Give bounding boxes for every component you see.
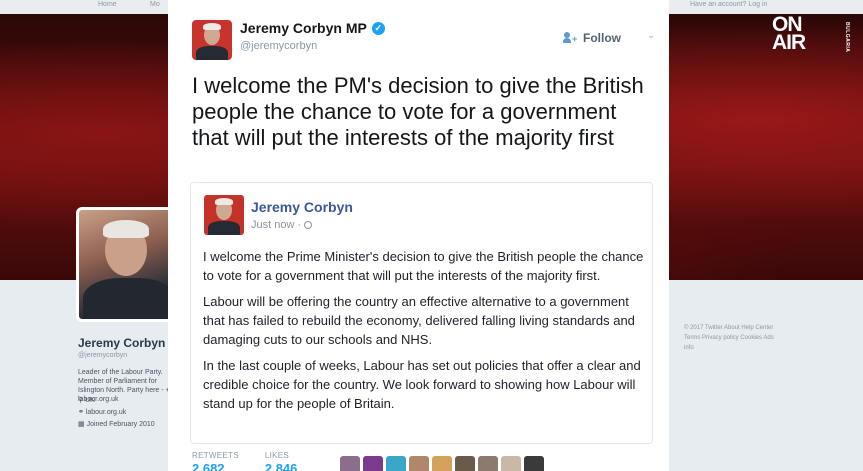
tweet-text: I welcome the PM's decision to give the … [192,73,644,150]
likes-stat[interactable]: LIKES 2,846 [265,451,298,471]
footer-links[interactable]: © 2017 Twitter About Help Center Terms P… [684,323,780,353]
quoted-author-avatar[interactable] [204,195,244,235]
calendar-icon: ▦ [78,421,87,428]
retweets-stat[interactable]: RETWEETS 2,682 [192,451,239,471]
liker-avatar[interactable] [386,456,406,471]
quoted-timestamp: Just now · [251,219,313,231]
chevron-down-icon[interactable]: ⌄ [647,30,655,41]
globe-icon [304,221,313,229]
home-nav-link[interactable]: Home [98,1,117,8]
liker-avatars [340,456,544,471]
moments-nav-link[interactable]: Mo [150,1,160,8]
follow-button[interactable]: + Follow [563,31,621,45]
liker-avatar[interactable] [455,456,475,471]
author-handle[interactable]: @jeremycorbyn [240,40,317,52]
quoted-paragraph: In the last couple of weeks, Labour has … [203,358,641,411]
quoted-paragraph: Labour will be offering the country an e… [203,294,635,347]
tweet-card: Jeremy Corbyn MP ✓ @jeremycorbyn + Follo… [168,0,669,471]
liker-avatar[interactable] [524,456,544,471]
quoted-post-body: I welcome the Prime Minister's decision … [203,247,649,420]
liker-avatar[interactable] [363,456,383,471]
quoted-author-name[interactable]: Jeremy Corbyn [251,199,353,215]
profile-location: ⚲ UK [78,397,95,404]
tweet-stats: RETWEETS 2,682 LIKES 2,846 [192,451,297,471]
profile-website[interactable]: ⚭ labour.org.uk [78,408,126,416]
quoted-post[interactable]: Jeremy Corbyn Just now · I welcome the Pr… [190,182,653,444]
profile-joined: ▦ Joined February 2010 [78,421,155,428]
liker-avatar[interactable] [340,456,360,471]
liker-avatar[interactable] [409,456,429,471]
login-link[interactable]: Have an account? Log in [690,1,767,8]
liker-avatar[interactable] [501,456,521,471]
profile-avatar[interactable] [76,207,176,322]
author-name[interactable]: Jeremy Corbyn MP [240,20,367,36]
link-icon: ⚭ [78,409,86,416]
author-avatar[interactable] [192,20,232,60]
quoted-paragraph: I welcome the Prime Minister's decision … [203,249,644,283]
on-air-channel-logo: ON AIR BULGARIA [772,13,850,54]
follow-user-icon: + [563,32,578,44]
verified-badge-icon: ✓ [371,21,385,35]
liker-avatar[interactable] [478,456,498,471]
liker-avatar[interactable] [432,456,452,471]
profile-name: Jeremy Corbyn [78,336,166,350]
profile-handle: @jeremycorbyn [78,352,128,359]
